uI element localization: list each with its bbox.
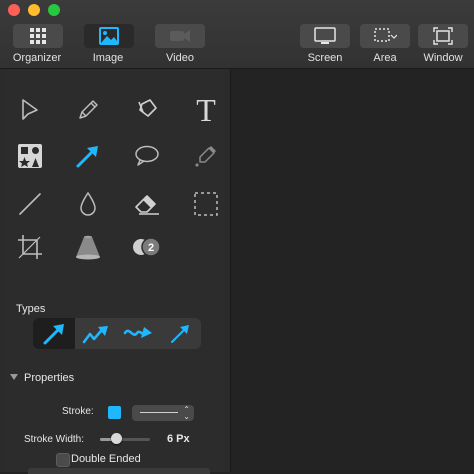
spotlight-tool-icon <box>76 235 100 260</box>
video-camera-icon <box>170 30 190 42</box>
image-button[interactable] <box>84 24 134 48</box>
video-label: Video <box>166 52 194 64</box>
image-label: Image <box>92 52 124 64</box>
pointer-tool[interactable] <box>14 94 46 126</box>
stroke-width-label: Stroke Width: <box>24 434 85 445</box>
window-button[interactable] <box>418 24 468 48</box>
counter-tool-icon: 2 <box>133 237 161 257</box>
speech-bubble-tool[interactable] <box>131 140 163 172</box>
highlighter-tool-icon <box>195 146 216 167</box>
stroke-width-value: 6 Px <box>167 433 190 445</box>
chevron-up-down-icon: ⌃ ⌄ <box>183 405 190 421</box>
zigzag-arrow-icon <box>82 325 108 343</box>
properties-label: Properties <box>24 372 75 384</box>
counter-tool[interactable]: 2 <box>131 231 163 263</box>
type-thin-arrow[interactable] <box>159 318 201 349</box>
stroke-style-preview <box>140 412 178 413</box>
area-select-icon <box>374 28 397 42</box>
thin-arrow-icon <box>171 324 189 343</box>
spotlight-tool[interactable] <box>72 231 104 263</box>
window-label: Window <box>423 52 463 64</box>
organizer-button[interactable] <box>13 24 63 48</box>
crop-tool[interactable] <box>14 231 46 263</box>
stroke-style-select[interactable]: ⌃ ⌄ <box>132 405 194 421</box>
grid-icon <box>30 28 46 44</box>
text-tool[interactable]: T <box>190 94 222 126</box>
double-ended-checkbox[interactable] <box>56 453 70 467</box>
shapes-tool[interactable] <box>14 140 46 172</box>
line-tool[interactable] <box>14 188 46 220</box>
area-button[interactable] <box>360 24 410 48</box>
selection-tool-icon <box>194 192 218 216</box>
canvas-area[interactable] <box>233 69 474 472</box>
eraser-tool[interactable] <box>131 188 163 220</box>
arrow-type-selector <box>33 318 201 349</box>
screen-button[interactable] <box>300 24 350 48</box>
type-straight-arrow[interactable] <box>33 318 75 349</box>
eraser-tool-icon <box>135 195 159 215</box>
minimize-window-button[interactable] <box>28 4 40 16</box>
image-icon <box>99 27 119 45</box>
svg-text:2: 2 <box>148 242 154 254</box>
window-capture-icon <box>433 27 453 45</box>
text-tool-icon: T <box>196 92 216 128</box>
next-control-strip <box>28 468 210 474</box>
properties-disclosure-icon[interactable] <box>10 374 18 380</box>
speech-bubble-tool-icon <box>135 145 159 166</box>
stroke-color-swatch[interactable] <box>108 406 121 419</box>
close-window-button[interactable] <box>8 4 20 16</box>
pointer-tool-icon <box>22 99 38 120</box>
line-tool-icon <box>19 193 41 215</box>
type-zigzag-arrow[interactable] <box>75 318 117 349</box>
organizer-label: Organizer <box>12 52 62 64</box>
blur-drop-tool[interactable] <box>72 188 104 220</box>
pencil-tool-icon <box>79 100 98 119</box>
crop-tool-icon <box>18 235 42 259</box>
monitor-icon <box>314 27 336 44</box>
selection-tool[interactable] <box>190 188 222 220</box>
fill-tool-icon <box>138 99 157 117</box>
video-button[interactable] <box>155 24 205 48</box>
arrow-tool[interactable] <box>72 140 104 172</box>
stroke-label: Stroke: <box>62 406 94 417</box>
straight-arrow-icon <box>43 323 64 344</box>
title-bar: Organizer Image Video Screen Area Window <box>0 0 474 69</box>
blur-drop-tool-icon <box>80 191 96 216</box>
double-ended-label: Double Ended <box>71 453 141 465</box>
shapes-tool-icon <box>18 144 42 168</box>
zoom-window-button[interactable] <box>48 4 60 16</box>
curved-arrow-icon <box>123 326 152 338</box>
types-label: Types <box>16 303 46 315</box>
type-curved-arrow[interactable] <box>117 318 159 349</box>
stroke-width-slider[interactable] <box>100 438 150 441</box>
fill-tool[interactable] <box>131 94 163 126</box>
highlighter-tool[interactable] <box>190 140 222 172</box>
stroke-width-slider-knob[interactable] <box>111 433 122 444</box>
pencil-tool[interactable] <box>72 94 104 126</box>
arrow-tool-icon <box>76 146 98 168</box>
